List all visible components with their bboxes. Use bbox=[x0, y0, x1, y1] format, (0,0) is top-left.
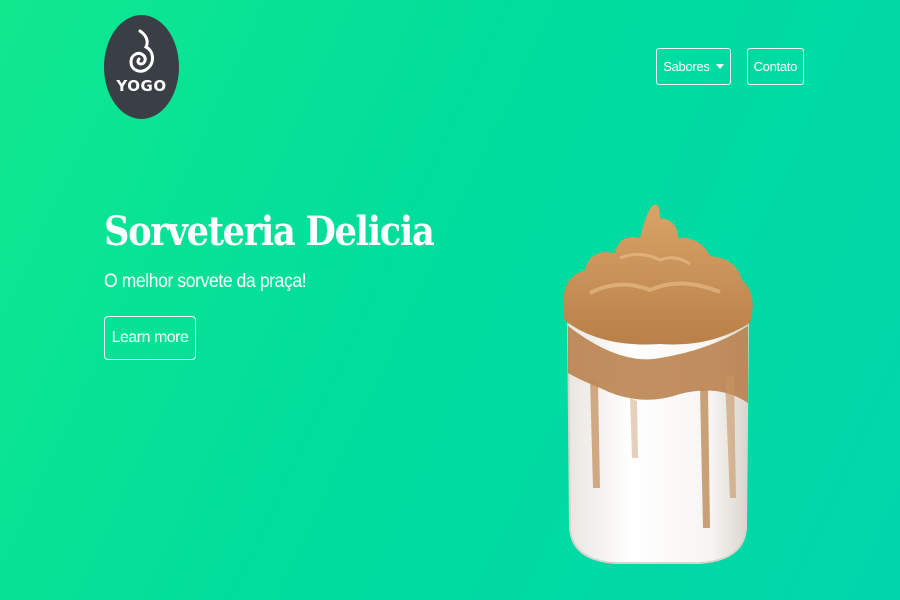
learn-more-button[interactable]: Learn more bbox=[104, 316, 196, 360]
dalgona-coffee-image bbox=[563, 204, 753, 564]
hero-subtitle: O melhor sorvete da praça! bbox=[104, 271, 307, 292]
hero-section: Sorveteria Delicia O melhor sorvete da p… bbox=[104, 203, 478, 293]
contact-label: Contato bbox=[753, 59, 798, 74]
top-nav: Sabores Contato bbox=[656, 48, 804, 85]
flavors-label: Sabores bbox=[663, 59, 710, 74]
brand-logo[interactable]: YOGO bbox=[104, 15, 179, 119]
swirl-icon bbox=[128, 29, 154, 73]
hero-title: Sorveteria Delicia bbox=[104, 208, 435, 255]
contact-button[interactable]: Contato bbox=[746, 48, 804, 85]
logo-text: YOGO bbox=[116, 77, 167, 95]
flavors-dropdown-button[interactable]: Sabores bbox=[656, 48, 731, 85]
caret-down-icon bbox=[715, 64, 724, 69]
